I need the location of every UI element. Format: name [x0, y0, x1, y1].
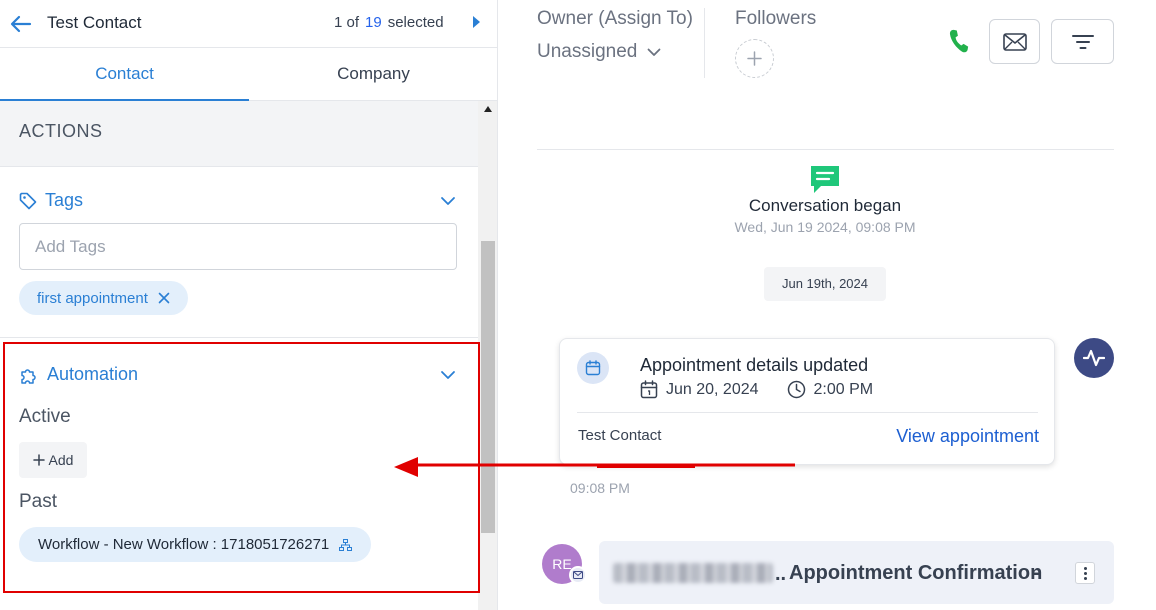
tags-title: Tags	[45, 190, 84, 210]
conversation-began-date: Wed, Jun 19 2024, 09:08 PM	[734, 219, 916, 235]
appointment-card-divider	[577, 412, 1038, 413]
appointment-meta: Jun 20, 2024 2:00 PM	[640, 380, 873, 399]
section-divider	[0, 337, 478, 338]
puzzle-icon	[21, 368, 36, 384]
filter-icon	[1071, 34, 1094, 49]
next-contact-icon[interactable]	[472, 16, 480, 28]
appointment-contact: Test Contact	[578, 427, 662, 444]
plus-icon	[747, 51, 762, 66]
contact-name: Test Contact	[47, 13, 142, 32]
automation-section-title[interactable]: Automation	[19, 364, 138, 385]
blurred-sender	[613, 563, 773, 583]
tab-company[interactable]: Company	[249, 48, 497, 101]
remove-tag-icon[interactable]	[158, 292, 170, 304]
chevron-down-icon	[647, 48, 661, 56]
mail-icon	[1002, 32, 1027, 51]
calendar-icon	[585, 360, 601, 376]
past-workflow-label: Workflow - New Workflow : 1718051726271	[38, 536, 330, 553]
add-automation-label: Add	[48, 452, 74, 468]
selection-total[interactable]: 19	[365, 14, 382, 31]
owner-dropdown[interactable]: Unassigned	[537, 41, 661, 63]
tag-icon	[19, 192, 37, 209]
clock-icon	[787, 380, 805, 399]
header-separator	[704, 8, 705, 78]
message-timestamp: 09:08 PM	[570, 480, 630, 496]
tab-contact[interactable]: Contact	[0, 48, 249, 101]
automation-chevron-down-icon[interactable]	[440, 370, 456, 380]
plus-icon	[32, 454, 45, 466]
actions-header: ACTIONS	[0, 101, 478, 167]
tags-chevron-down-icon[interactable]	[440, 196, 456, 206]
email-subject-dash: -	[1033, 562, 1040, 584]
selection-prefix: 1 of	[334, 14, 360, 31]
activity-pulse-icon	[1083, 349, 1105, 367]
appointment-title: Appointment details updated	[640, 355, 869, 375]
view-appointment-link[interactable]: View appointment	[896, 426, 1039, 447]
scroll-up-arrow-icon[interactable]	[484, 106, 492, 112]
sender-ellipsis: ..	[775, 563, 787, 585]
selection-counter: 1 of 19 selected	[334, 14, 444, 31]
active-label: Active	[19, 406, 71, 427]
tags-section-title[interactable]: Tags	[19, 190, 83, 211]
email-button[interactable]	[989, 19, 1040, 64]
selection-suffix: selected	[387, 14, 444, 31]
past-workflow-chip[interactable]: Workflow - New Workflow : 1718051726271	[19, 527, 372, 562]
owner-value: Unassigned	[537, 41, 638, 62]
panel-header: Test Contact 1 of 19 selected	[0, 0, 497, 48]
tag-chip: first appointment	[19, 281, 188, 315]
email-subject: Appointment Confirmation	[789, 562, 1043, 584]
calendar-date-icon	[640, 380, 658, 399]
back-arrow-icon[interactable]	[10, 14, 32, 34]
appointment-date: Jun 20, 2024	[666, 380, 759, 398]
tag-chip-label: first appointment	[37, 289, 148, 307]
followers-label: Followers	[735, 8, 817, 29]
appointment-card: Appointment details updated Jun 20, 2024…	[559, 338, 1055, 465]
owner-label: Owner (Assign To)	[537, 8, 693, 29]
annotation-underline	[597, 466, 695, 468]
add-tags-input[interactable]	[19, 223, 457, 270]
add-automation-button[interactable]: Add	[19, 442, 87, 478]
filter-button[interactable]	[1051, 19, 1114, 64]
automation-title: Automation	[47, 364, 139, 384]
workflow-tree-icon	[339, 538, 353, 551]
conversation-divider	[537, 149, 1114, 150]
panel-scroll-area: ACTIONS Tags first appointment Aut	[0, 101, 478, 610]
phone-icon[interactable]	[946, 28, 972, 54]
conversation-began-title: Conversation began	[748, 196, 902, 215]
email-badge	[569, 566, 587, 584]
mail-icon	[573, 571, 583, 579]
appointment-icon-circle	[577, 352, 609, 384]
conversation-panel: Owner (Assign To) Unassigned Followers C…	[499, 0, 1156, 610]
activity-button[interactable]	[1074, 338, 1114, 378]
add-follower-button[interactable]	[735, 39, 774, 78]
scrollbar-thumb[interactable]	[481, 241, 495, 533]
conversation-began-icon	[811, 166, 839, 193]
panel-tabs: Contact Company	[0, 48, 497, 101]
past-label: Past	[19, 491, 58, 512]
appointment-time: 2:00 PM	[813, 380, 874, 398]
email-message-card[interactable]: .. Appointment Confirmation -	[599, 541, 1114, 604]
more-options-icon[interactable]	[1075, 562, 1095, 584]
contact-details-panel: Test Contact 1 of 19 selected Contact Comp…	[0, 0, 498, 610]
actions-heading: ACTIONS	[19, 121, 103, 141]
date-separator-pill: Jun 19th, 2024	[764, 267, 886, 301]
